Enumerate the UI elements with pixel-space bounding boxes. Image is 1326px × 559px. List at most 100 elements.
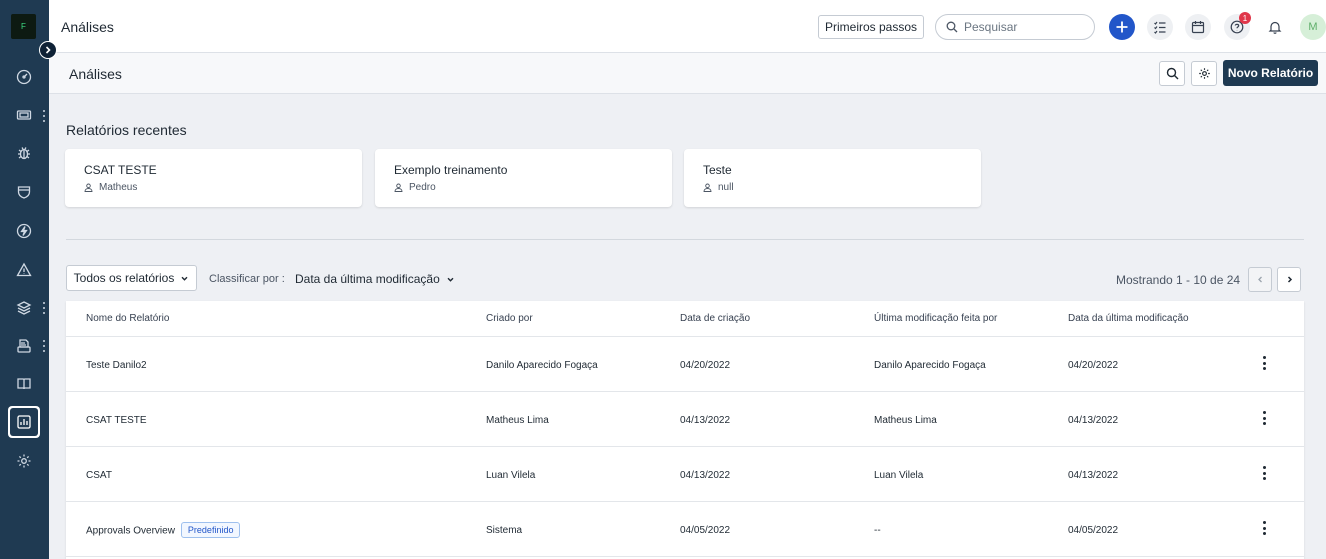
- table-header: Nome do Relatório Criado por Data de cri…: [66, 301, 1304, 337]
- report-filter-dropdown[interactable]: Todos os relatórios: [66, 265, 197, 291]
- layers-icon: [16, 301, 32, 315]
- section-divider: [66, 239, 1304, 240]
- modified-date: 04/13/2022: [1068, 415, 1119, 426]
- card-user: null: [718, 182, 734, 193]
- sidebar-item-dashboard[interactable]: [8, 61, 40, 93]
- row-menu-icon[interactable]: [1261, 411, 1267, 425]
- assets-menu-icon[interactable]: [42, 340, 45, 352]
- created-by: Danilo Aparecido Fogaça: [486, 360, 598, 371]
- modified-by: Matheus Lima: [874, 415, 937, 426]
- tasks-button[interactable]: [1147, 14, 1173, 40]
- report-name[interactable]: CSAT: [86, 470, 112, 481]
- avatar[interactable]: M: [1300, 14, 1326, 40]
- card-title: CSAT TESTE: [84, 163, 157, 177]
- next-page-button[interactable]: [1277, 267, 1301, 292]
- modified-by: --: [874, 525, 881, 536]
- reports-table: Nome do Relatório Criado por Data de cri…: [66, 301, 1304, 559]
- help-badge: 1: [1239, 12, 1251, 24]
- plus-icon: [1116, 21, 1128, 33]
- sidebar-item-security[interactable]: [8, 176, 40, 208]
- sidebar-item-settings[interactable]: [8, 445, 40, 477]
- pagination-info: Mostrando 1 - 10 de 24: [1116, 273, 1241, 287]
- new-report-button[interactable]: Novo Relatório: [1223, 60, 1318, 86]
- predefined-badge: Predefinido: [180, 522, 241, 538]
- row-menu-icon[interactable]: [1261, 466, 1267, 480]
- report-filter-label: Todos os relatórios: [73, 271, 175, 285]
- tickets-icon: [16, 110, 32, 120]
- sort-dropdown[interactable]: Data da última modificação: [295, 272, 455, 286]
- bug-icon: [18, 147, 30, 160]
- chevron-left-icon: [1257, 276, 1262, 283]
- card-title: Teste: [703, 163, 732, 177]
- layers-menu-icon[interactable]: [42, 302, 45, 314]
- modified-by: Danilo Aparecido Fogaça: [874, 360, 986, 371]
- calendar-button[interactable]: [1185, 14, 1211, 40]
- table-row[interactable]: Approvals Overview Predefinido Sistema 04…: [66, 502, 1304, 557]
- modified-by: Luan Vilela: [874, 470, 924, 481]
- chevron-down-icon: [181, 276, 188, 281]
- table-row[interactable]: Teste Danilo2 Danilo Aparecido Fogaça 04…: [66, 337, 1304, 392]
- sidebar-item-assets[interactable]: [8, 330, 40, 362]
- gear-icon: [1198, 68, 1210, 79]
- settings-button[interactable]: [1191, 61, 1217, 86]
- recent-report-card[interactable]: CSAT TESTE Matheus: [65, 149, 362, 207]
- search-reports-button[interactable]: [1159, 61, 1185, 86]
- global-search[interactable]: [935, 14, 1095, 40]
- expand-sidebar-button[interactable]: [39, 41, 57, 59]
- sidebar: F: [0, 0, 49, 559]
- printer-icon: [17, 339, 31, 353]
- tickets-menu-icon[interactable]: [42, 110, 45, 122]
- column-header-created-by[interactable]: Criado por: [486, 313, 533, 324]
- sidebar-item-tickets[interactable]: [8, 99, 40, 131]
- column-header-created-date[interactable]: Data de criação: [680, 313, 750, 324]
- column-header-modified-by[interactable]: Última modificação feita por: [874, 313, 997, 324]
- recent-report-card[interactable]: Exemplo treinamento Pedro: [375, 149, 672, 207]
- page-title: Análises: [69, 66, 122, 82]
- user-icon: [84, 183, 93, 192]
- card-user: Pedro: [409, 182, 436, 193]
- previous-page-button[interactable]: [1248, 267, 1272, 292]
- created-date: 04/20/2022: [680, 360, 731, 371]
- lightning-icon: [16, 223, 32, 239]
- column-header-modified-date[interactable]: Data da última modificação: [1068, 313, 1189, 324]
- app-logo[interactable]: F: [11, 14, 36, 39]
- created-date: 04/05/2022: [680, 525, 731, 536]
- book-icon: [17, 378, 31, 390]
- page-header: Análises Novo Relatório: [49, 53, 1326, 94]
- create-button[interactable]: [1109, 14, 1135, 40]
- created-by: Sistema: [486, 525, 523, 536]
- table-row[interactable]: CSAT Luan Vilela 04/13/2022 Luan Vilela …: [66, 447, 1304, 502]
- sidebar-item-bugs[interactable]: [8, 137, 40, 169]
- checklist-icon: [1154, 21, 1166, 34]
- user-icon: [703, 183, 712, 192]
- chevron-down-icon: [447, 277, 454, 282]
- sidebar-item-layers[interactable]: [8, 292, 40, 324]
- report-name[interactable]: Approvals Overview: [86, 526, 175, 537]
- primeiros-passos-button[interactable]: Primeiros passos: [818, 15, 924, 39]
- recent-report-card[interactable]: Teste null: [684, 149, 981, 207]
- modified-date: 04/20/2022: [1068, 360, 1119, 371]
- report-name[interactable]: CSAT TESTE: [86, 415, 147, 426]
- table-row[interactable]: CSAT TESTE Matheus Lima 04/13/2022 Mathe…: [66, 392, 1304, 447]
- calendar-icon: [1191, 21, 1205, 34]
- created-by: Luan Vilela: [486, 470, 536, 481]
- modified-date: 04/05/2022: [1068, 525, 1119, 536]
- bell-icon: [1268, 21, 1282, 34]
- row-menu-icon[interactable]: [1261, 356, 1267, 370]
- notifications-button[interactable]: [1262, 14, 1288, 40]
- created-by: Matheus Lima: [486, 415, 549, 426]
- card-user: Matheus: [99, 182, 138, 193]
- report-name[interactable]: Teste Danilo2: [86, 360, 147, 371]
- sidebar-item-knowledge[interactable]: [8, 368, 40, 400]
- row-menu-icon[interactable]: [1261, 521, 1267, 535]
- search-icon: [1166, 67, 1178, 80]
- alert-icon: [16, 262, 32, 277]
- modified-date: 04/13/2022: [1068, 470, 1119, 481]
- sidebar-item-automation[interactable]: [8, 215, 40, 247]
- gear-icon: [17, 454, 31, 468]
- sidebar-item-analytics[interactable]: [8, 406, 40, 438]
- created-date: 04/13/2022: [680, 415, 731, 426]
- search-input[interactable]: [964, 20, 1084, 34]
- sidebar-item-alerts[interactable]: [8, 254, 40, 286]
- column-header-name[interactable]: Nome do Relatório: [86, 313, 169, 324]
